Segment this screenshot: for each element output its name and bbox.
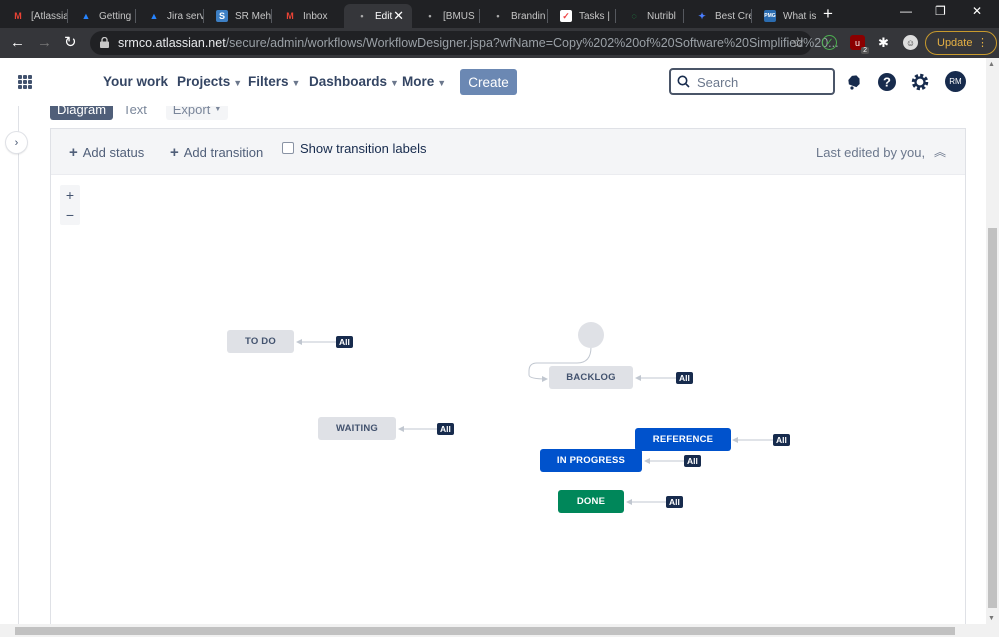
loading-icon: • [496,11,500,21]
browser-tab-active[interactable]: • Edit ✕ [344,4,412,28]
atlassian-icon: ▲ [149,11,159,21]
scroll-up-icon[interactable]: ▲ [988,61,995,68]
expand-sidebar-button[interactable]: › [6,132,27,153]
status-waiting[interactable]: WAITING [318,417,396,440]
close-tab-icon[interactable]: ✕ [393,8,404,24]
chevron-down-icon: ▼ [437,78,447,88]
nav-projects[interactable]: Projects ▼ [177,74,242,89]
status-in-progress[interactable]: IN PROGRESS [540,449,642,472]
url-text: srmco.atlassian.net/secure/admin/workflo… [118,36,839,50]
search-icon [677,75,690,88]
create-button[interactable]: Create [460,69,517,95]
menu-dots-icon[interactable]: ⋮ [977,32,988,54]
address-bar[interactable]: srmco.atlassian.net/secure/admin/workflo… [90,31,839,55]
gmail-icon: M [14,11,22,21]
global-transition-badge[interactable]: All [773,434,790,446]
browser-tab[interactable]: • Brandin [480,4,548,28]
initial-state-node [578,322,604,348]
browser-tab[interactable]: ✓ Tasks | [548,4,616,28]
lock-icon [100,37,109,48]
nav-more[interactable]: More ▼ [402,74,446,89]
tab-export[interactable]: Export ▼ [166,106,228,120]
zoom-out-button[interactable]: − [60,205,80,225]
svg-text:?: ? [883,75,891,90]
s-icon: S [216,10,228,22]
back-icon[interactable]: ← [10,34,25,52]
status-done[interactable]: DONE [558,490,624,513]
zoom-controls: + − [60,185,80,225]
global-transition-badge[interactable]: All [666,496,683,508]
browser-tab[interactable]: ✦ Best Cre [684,4,752,28]
tab-text[interactable]: Text [115,106,155,120]
help-icon[interactable]: ? [877,72,897,92]
pmg-icon: PMG [764,10,776,22]
zoom-in-button[interactable]: + [60,185,80,205]
minimize-icon[interactable]: — [900,4,912,18]
jira-top-nav: Your work Projects ▼ Filters ▼ Dashboards ▼… [0,58,986,106]
workflow-designer-page: › Diagram Text Export ▼ + Add status + Add … [0,106,986,624]
workflow-designer: + Add status + Add transition Show transit… [50,128,966,624]
chevron-down-icon: ▼ [233,78,243,88]
global-transition-badge[interactable]: All [336,336,353,348]
chevron-down-icon: ▼ [390,78,399,88]
global-transition-badge[interactable]: All [684,455,701,467]
maximize-icon[interactable]: ❐ [935,4,946,18]
chevron-down-icon: ▼ [214,106,222,113]
reload-icon[interactable]: ↻ [64,34,77,52]
new-tab-icon[interactable]: + [823,4,833,24]
browser-tab[interactable]: S SR Meh [204,4,272,28]
workflow-canvas[interactable]: TO DO All BACKLOG All WAITING All REFERE… [51,129,965,624]
search-input[interactable] [697,73,827,91]
horizontal-scrollbar-thumb[interactable] [15,627,955,635]
settings-gear-icon[interactable] [910,72,930,92]
scrollbar-thumb[interactable] [988,228,997,608]
extensions-puzzle-icon[interactable]: ✱ [876,35,891,50]
nav-your-work[interactable]: Your work [103,74,168,89]
bookmark-star-icon[interactable]: ☆ [791,34,804,51]
status-backlog[interactable]: BACKLOG [549,366,633,389]
ublock-icon[interactable]: u2 [850,35,869,54]
browser-tab-bar: M [Atlassia ▲ Getting ▲ Jira serv S SR M… [0,0,999,28]
atlassian-icon: ▲ [81,11,91,21]
browser-tab[interactable]: M [Atlassia [0,4,68,28]
global-transition-badge[interactable]: All [437,423,454,435]
tasks-icon: ✓ [560,10,572,22]
browser-tab[interactable]: ▲ Jira serv [136,4,204,28]
loading-icon: • [428,11,432,21]
transition-lines [296,322,773,505]
close-window-icon[interactable]: ✕ [972,4,982,18]
loading-icon: ◌ [631,11,637,21]
global-transition-badge[interactable]: All [676,372,693,384]
extension-check-icon[interactable]: ✓ [822,35,837,50]
browser-tab[interactable]: M Inbox [272,4,340,28]
forward-icon[interactable]: → [37,34,52,52]
browser-tab[interactable]: • [BMUS [412,4,480,28]
horizontal-scrollbar[interactable] [0,624,999,637]
search-box[interactable] [669,68,835,95]
update-button[interactable]: Update ⋮ [925,31,997,55]
chevron-down-icon: ▼ [291,78,301,88]
scroll-down-icon[interactable]: ▼ [988,615,995,622]
tab-diagram[interactable]: Diagram [50,106,113,120]
sparkle-icon: ✦ [698,10,706,21]
vertical-scrollbar[interactable]: ▲ ▼ [986,58,999,624]
status-todo[interactable]: TO DO [227,330,294,353]
nav-filters[interactable]: Filters ▼ [248,74,300,89]
browser-tab[interactable]: ▲ Getting [68,4,136,28]
chevron-right-icon: › [14,136,19,149]
browser-tab[interactable]: PMG What is [752,4,820,28]
browser-tab[interactable]: ◌ Nutribl [616,4,684,28]
browser-toolbar: ← → ↻ srmco.atlassian.net/secure/admin/w… [0,28,999,58]
gmail-icon: M [286,11,294,21]
user-avatar[interactable]: RM [945,71,966,92]
profile-avatar-icon[interactable]: ☺ [903,35,918,50]
loading-icon: • [360,11,364,21]
status-reference[interactable]: REFERENCE [635,428,731,451]
sidebar-divider [18,106,19,624]
notifications-icon[interactable] [844,72,864,92]
app-switcher-icon[interactable] [18,75,32,89]
nav-dashboards[interactable]: Dashboards ▼ [309,74,399,89]
